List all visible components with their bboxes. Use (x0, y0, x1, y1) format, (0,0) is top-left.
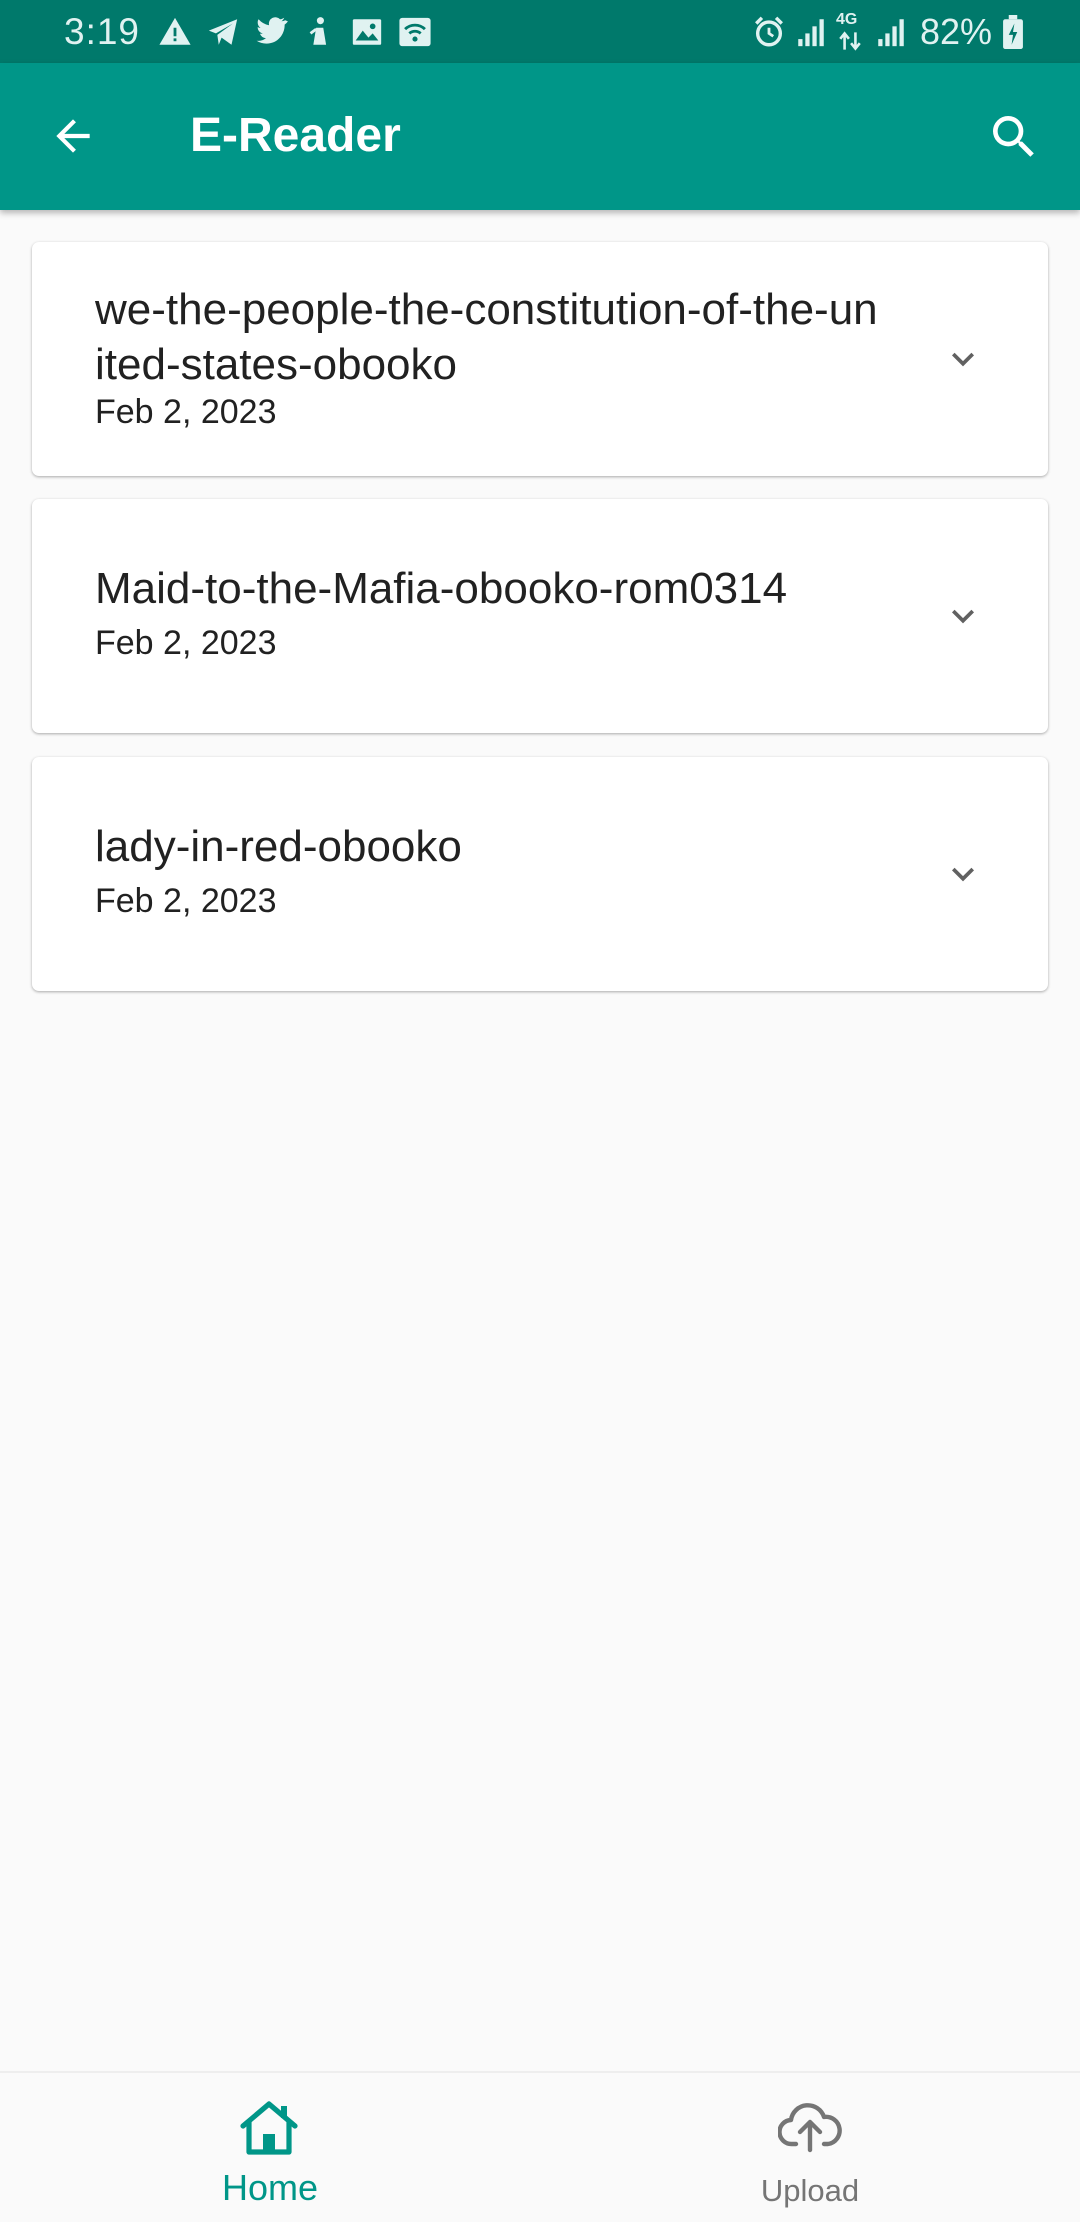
chevron-down-icon (952, 609, 974, 624)
signal-icon (878, 18, 904, 46)
back-button[interactable] (40, 103, 106, 169)
search-icon (993, 116, 1034, 157)
telegram-icon (208, 18, 238, 45)
status-time: 3:19 (64, 10, 141, 52)
signal-icon (798, 18, 824, 46)
book-card[interactable]: we-the-people-the-constitution-of-the-un… (32, 242, 1048, 476)
search-button[interactable] (980, 103, 1048, 171)
data-arrows-icon (839, 30, 861, 51)
book-title: we-the-people-the-constitution-of-the-un… (95, 285, 878, 389)
home-icon (240, 2101, 298, 2155)
system-status-icons: 4G 82% (752, 0, 1080, 63)
expand-button[interactable] (938, 591, 988, 641)
book-date: Feb 2, 2023 (95, 624, 277, 662)
book-title: Maid-to-the-Mafia-obooko-rom0314 (95, 564, 788, 613)
nav-home-label: Home (221, 2167, 319, 2208)
nav-home[interactable]: Home (0, 2073, 540, 2222)
app-bar: E-Reader (0, 63, 1080, 210)
book-card[interactable]: Maid-to-the-Mafia-obooko-rom0314 Feb 2, … (32, 499, 1048, 733)
battery-charging-icon (1003, 14, 1023, 49)
nav-upload-label: Upload (760, 2173, 860, 2208)
nav-upload[interactable]: Upload (540, 2073, 1080, 2222)
network-type-label: 4G (835, 10, 858, 28)
wifi-hotspot-icon (399, 17, 431, 46)
arrow-back-icon (56, 119, 90, 153)
notification-icons (158, 15, 432, 49)
book-title: lady-in-red-obooko (95, 822, 462, 871)
app-icon (309, 16, 327, 45)
page-title: E-Reader (190, 109, 401, 162)
book-card[interactable]: lady-in-red-obooko Feb 2, 2023 (32, 757, 1048, 991)
warning-icon (159, 17, 191, 45)
status-bar: 3:19 4G 82% (0, 0, 1080, 63)
chevron-down-icon (952, 352, 974, 367)
twitter-icon (256, 16, 288, 44)
network-type: 4G (835, 10, 866, 52)
expand-button[interactable] (938, 334, 988, 384)
cloud-upload-icon (778, 2103, 842, 2153)
book-date: Feb 2, 2023 (95, 882, 277, 920)
battery-percent: 82% (919, 10, 992, 52)
chevron-down-icon (952, 867, 974, 882)
bottom-navigation: Home Upload (0, 2071, 1080, 2222)
expand-button[interactable] (938, 849, 988, 899)
book-date: Feb 2, 2023 (95, 393, 277, 431)
alarm-icon (754, 16, 783, 46)
image-icon (352, 18, 382, 45)
